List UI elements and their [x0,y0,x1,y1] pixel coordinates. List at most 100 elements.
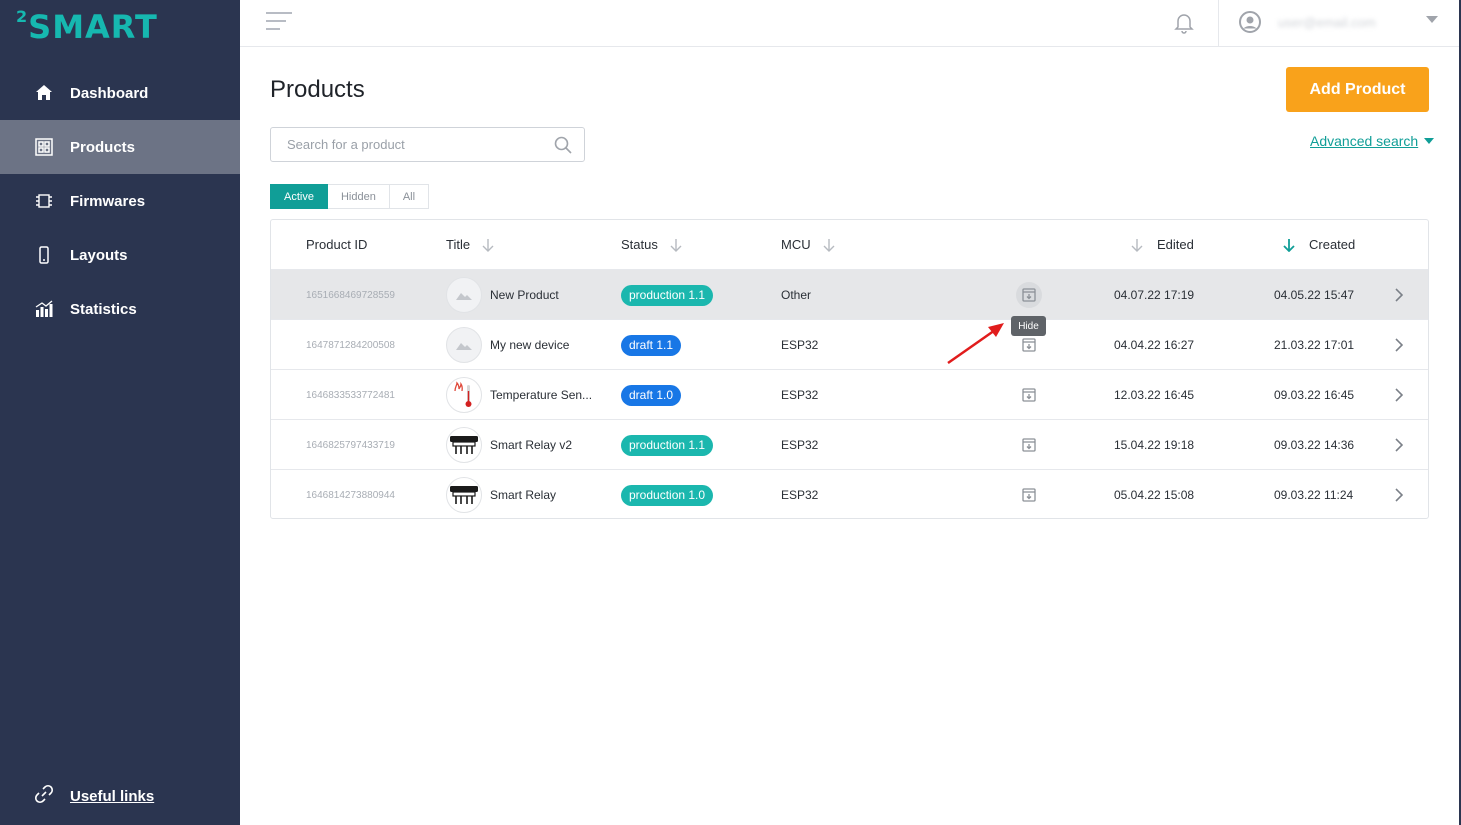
user-email[interactable]: user@email.com [1278,15,1376,30]
mcu: ESP32 [781,488,819,502]
status-badge: draft 1.1 [621,334,682,356]
hide-button[interactable] [1016,282,1042,308]
sort-arrow-icon [1131,238,1143,252]
status-cell: production 1.0 [621,470,714,520]
mcu: Other [781,288,812,302]
mcu: ESP32 [781,388,819,402]
product-title: Temperature Sen... [490,388,593,402]
table-row[interactable]: 1646833533772481 Temperature Sen... draf… [271,369,1428,419]
notification-bell-icon[interactable] [1174,12,1196,34]
home-icon [34,83,54,103]
tab-hidden[interactable]: Hidden [327,184,390,209]
sidebar-item-label: Dashboard [70,84,149,102]
search-input[interactable] [287,137,547,152]
sidebar-item-layouts[interactable]: Layouts [0,228,240,282]
chevron-right-icon[interactable] [1394,370,1403,420]
sort-arrow-active-icon [1283,238,1295,252]
table-row[interactable]: 1647871284200508 My new device draft 1.1… [271,319,1428,369]
chevron-right-icon[interactable] [1394,470,1403,520]
status-badge: production 1.1 [621,284,714,306]
divider [1218,0,1219,47]
archive-icon [1022,438,1036,452]
created-date: 09.03.22 11:24 [1274,488,1354,502]
products-icon [34,137,54,157]
product-id: 1647871284200508 [306,339,395,351]
status-cell: production 1.1 [621,420,714,470]
tab-all[interactable]: All [389,184,430,209]
product-id: 1646825797433719 [306,439,395,451]
created-date: 09.03.22 14:36 [1274,438,1355,452]
sidebar-item-dashboard[interactable]: Dashboard [0,66,240,120]
status-badge: production 1.0 [621,484,714,506]
product-thumbnail [446,277,482,313]
mcu: ESP32 [781,438,819,452]
menu-toggle-icon[interactable] [266,12,294,32]
status-badge: draft 1.0 [621,384,682,406]
header-edited[interactable]: Edited [1131,237,1194,252]
archive-icon [1022,288,1036,302]
header-title[interactable]: Title [446,237,494,252]
hide-button[interactable] [1016,482,1042,508]
created-date: 21.03.22 17:01 [1274,338,1355,352]
archive-icon [1022,338,1036,352]
sidebar-item-statistics[interactable]: Statistics [0,282,240,336]
header-product-id: Product ID [306,237,368,252]
table-header: Product ID Title Status MCU Edited Creat… [271,220,1428,269]
product-id: 1651668469728559 [306,289,395,301]
chart-icon [34,299,54,319]
chevron-right-icon[interactable] [1394,320,1403,370]
chevron-down-icon[interactable] [1426,16,1438,23]
sidebar-item-label: Statistics [70,300,137,318]
table-row[interactable]: 1646825797433719 Smart Relay v2 producti… [271,419,1428,469]
add-product-button[interactable]: Add Product [1286,67,1429,112]
link-icon [34,784,54,808]
phone-icon [34,245,54,265]
logo[interactable]: 2SMART [16,7,158,46]
advanced-search-link[interactable]: Advanced search [1310,133,1435,149]
search-icon[interactable] [554,136,572,159]
status-cell: draft 1.0 [621,370,682,420]
archive-icon [1022,388,1036,402]
edited-date: 04.07.22 17:19 [1114,288,1195,302]
sort-arrow-icon [823,238,835,252]
chevron-right-icon[interactable] [1394,270,1403,320]
header-status[interactable]: Status [621,237,682,252]
product-thumbnail [446,427,482,463]
sidebar-item-label: Layouts [70,246,128,264]
sidebar-item-firmwares[interactable]: Firmwares [0,174,240,228]
sort-arrow-icon [670,238,682,252]
useful-links-link[interactable]: Useful links [70,788,154,805]
edited-date: 15.04.22 19:18 [1114,438,1195,452]
mcu: ESP32 [781,338,819,352]
header-created[interactable]: Created [1283,237,1355,252]
header-mcu[interactable]: MCU [781,237,835,252]
products-table: Product ID Title Status MCU Edited Creat… [270,219,1429,519]
caret-down-icon [1424,138,1435,144]
sidebar-item-label: Products [70,138,136,156]
sidebar-nav: Dashboard Products Firmwares Layouts Sta… [0,66,240,336]
chevron-right-icon[interactable] [1394,420,1403,470]
user-avatar-icon[interactable] [1238,10,1262,39]
sidebar-item-products[interactable]: Products [0,120,240,174]
hide-button[interactable] [1016,432,1042,458]
archive-icon [1022,488,1036,502]
placeholder-image-icon [456,343,472,350]
sidebar: 2SMART Dashboard Products Firmwares Layo… [0,0,240,825]
search-box [270,127,585,162]
hide-button[interactable] [1016,382,1042,408]
product-thumbnail [446,377,482,413]
product-thumbnail [446,327,482,363]
product-title: My new device [490,338,570,352]
edited-date: 05.04.22 15:08 [1114,488,1195,502]
status-cell: draft 1.1 [621,320,682,370]
created-date: 09.03.22 16:45 [1274,388,1355,402]
edited-date: 12.03.22 16:45 [1114,388,1195,402]
sidebar-item-label: Firmwares [70,192,146,210]
relay-icon [450,486,478,504]
tab-active[interactable]: Active [270,184,328,209]
topbar: user@email.com [240,0,1461,47]
product-id: 1646814273880944 [306,489,395,501]
status-badge: production 1.1 [621,434,714,456]
table-row[interactable]: 1646814273880944 Smart Relay production … [271,469,1428,519]
table-row[interactable]: 1651668469728559 New Product production … [271,269,1428,319]
